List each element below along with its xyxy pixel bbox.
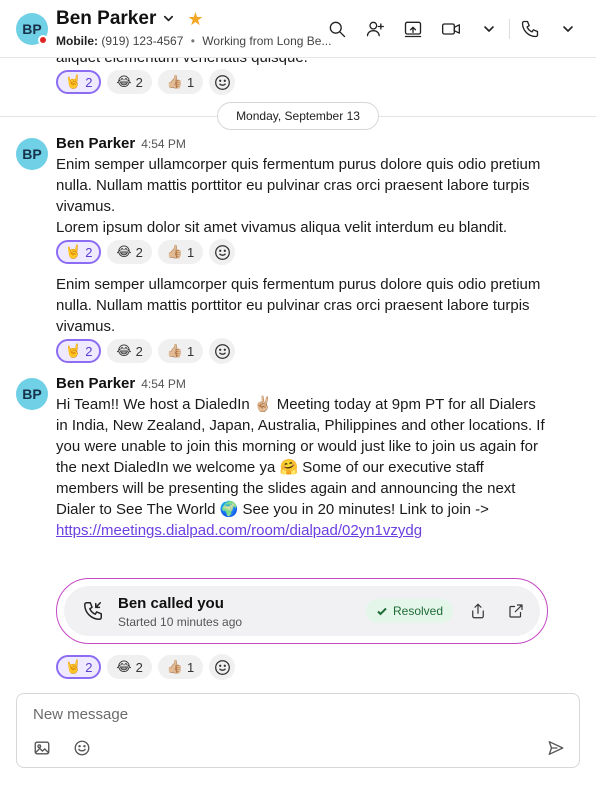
open-external-button[interactable]	[504, 599, 528, 623]
chevron-down-icon	[484, 26, 494, 32]
share-screen-icon	[404, 21, 422, 38]
reactions-row: 🤘 2 😂 2 👍🏼 1	[56, 69, 236, 95]
add-reaction-button[interactable]	[209, 69, 236, 95]
add-reaction-button[interactable]	[209, 338, 236, 364]
reaction-laugh[interactable]: 😂 2	[107, 655, 152, 679]
phone-icon	[521, 20, 539, 38]
smiley-icon	[214, 244, 230, 260]
add-person-icon	[366, 21, 384, 37]
image-icon	[34, 741, 50, 755]
favorite-star-icon[interactable]: ★	[187, 9, 203, 30]
reactions-row: 🤘 2 😂 2 👍🏼 1	[56, 654, 236, 680]
search-button[interactable]	[325, 17, 349, 41]
contact-name-group[interactable]: Ben Parker ★	[56, 8, 203, 30]
attach-image-button[interactable]	[31, 737, 53, 759]
separator: •	[190, 34, 195, 48]
add-person-button[interactable]	[363, 17, 387, 41]
smiley-icon	[214, 659, 230, 675]
chevron-down-icon	[563, 26, 573, 32]
reactions-row: 🤘 2 😂 2 👍🏼 1	[56, 239, 236, 265]
message-text: Enim semper ullamcorper quis fermentum p…	[56, 154, 556, 238]
reaction-thumbs-up[interactable]: 👍🏼 1	[157, 339, 204, 363]
message-text: Hi Team!! We host a DialedIn ✌🏼 Meeting …	[56, 394, 548, 541]
phone-number[interactable]: (919) 123-4567	[101, 34, 183, 48]
reaction-laugh[interactable]: 😂 2	[107, 240, 152, 264]
status-message: Working from Long Be...	[202, 34, 332, 48]
message-paragraph: Lorem ipsum dolor sit amet vivamus aliqu…	[56, 219, 508, 236]
meeting-link[interactable]: https://meetings.dialpad.com/room/dialpa…	[56, 522, 422, 539]
external-link-icon	[509, 604, 523, 618]
smiley-icon	[214, 343, 230, 359]
reactions-row: 🤘 2 😂 2 👍🏼 1	[56, 338, 236, 364]
incoming-call-icon	[82, 600, 104, 622]
reaction-rock[interactable]: 🤘 2	[56, 339, 102, 363]
reaction-thumbs-up[interactable]: 👍🏼 1	[157, 70, 204, 94]
call-options-button[interactable]	[556, 17, 580, 41]
reaction-rock[interactable]: 🤘 2	[56, 70, 102, 94]
message-composer	[16, 693, 580, 768]
reaction-rock[interactable]: 🤘 2	[56, 655, 102, 679]
check-icon	[377, 607, 387, 616]
smiley-icon	[214, 74, 230, 90]
reaction-laugh[interactable]: 😂 2	[107, 70, 152, 94]
sender-name-text: Ben Parker	[56, 135, 136, 152]
sender-avatar[interactable]: BP	[16, 138, 48, 170]
call-title: Ben called you	[118, 595, 224, 612]
call-card-body: Ben called you Started 10 minutes ago Re…	[64, 586, 540, 636]
chevron-down-icon[interactable]	[162, 12, 175, 28]
phone-label: Mobile:	[56, 34, 98, 48]
reaction-laugh[interactable]: 😂 2	[107, 339, 152, 363]
reaction-thumbs-up[interactable]: 👍🏼 1	[157, 655, 204, 679]
emoji-button[interactable]	[71, 737, 93, 759]
video-call-button[interactable]	[439, 17, 463, 41]
message-feed[interactable]: aliquet elementum venenatis quisque. 🤘2 …	[0, 58, 596, 688]
message-text: Enim semper ullamcorper quis fermentum p…	[56, 276, 541, 335]
search-icon	[329, 21, 346, 38]
message-body: Hi Team!! We host a DialedIn ✌🏼 Meeting …	[56, 396, 545, 518]
message-paragraph: Enim semper ullamcorper quis fermentum p…	[56, 156, 541, 215]
video-camera-icon	[442, 23, 460, 35]
share-button[interactable]	[466, 599, 490, 623]
share-screen-button[interactable]	[401, 17, 425, 41]
sender-avatar[interactable]: BP	[16, 378, 48, 410]
message-text: aliquet elementum venenatis quisque.	[56, 58, 308, 66]
send-button[interactable]	[545, 737, 567, 759]
call-subtitle: Started 10 minutes ago	[118, 615, 243, 629]
divider	[509, 19, 510, 39]
contact-subtitle: Mobile: (919) 123-4567 • Working from Lo…	[56, 34, 346, 48]
presence-indicator	[38, 35, 48, 45]
resolved-badge: Resolved	[366, 599, 454, 623]
contact-name: Ben Parker	[56, 8, 157, 29]
video-options-button[interactable]	[477, 17, 501, 41]
call-card[interactable]: Ben called you Started 10 minutes ago Re…	[56, 578, 548, 644]
message-time: 4:54 PM	[141, 137, 186, 151]
header-actions	[325, 17, 580, 41]
reaction-rock[interactable]: 🤘 2	[56, 240, 102, 264]
sender-name[interactable]: Ben Parker 4:54 PM	[56, 375, 186, 392]
add-reaction-button[interactable]	[209, 654, 236, 680]
sender-name-text: Ben Parker	[56, 375, 136, 392]
conversation-header: BP Ben Parker ★ Mobile: (919) 123-4567 •…	[0, 0, 596, 58]
reaction-thumbs-up[interactable]: 👍🏼 1	[157, 240, 204, 264]
message-time: 4:54 PM	[141, 377, 186, 391]
message-input[interactable]	[33, 704, 553, 724]
smiley-icon	[74, 740, 90, 756]
voice-call-button[interactable]	[518, 17, 542, 41]
share-icon	[472, 603, 484, 619]
resolved-label: Resolved	[393, 604, 444, 618]
add-reaction-button[interactable]	[209, 239, 236, 265]
send-icon	[548, 741, 564, 755]
sender-name[interactable]: Ben Parker 4:54 PM	[56, 135, 186, 152]
date-divider: Monday, September 13	[217, 102, 379, 130]
